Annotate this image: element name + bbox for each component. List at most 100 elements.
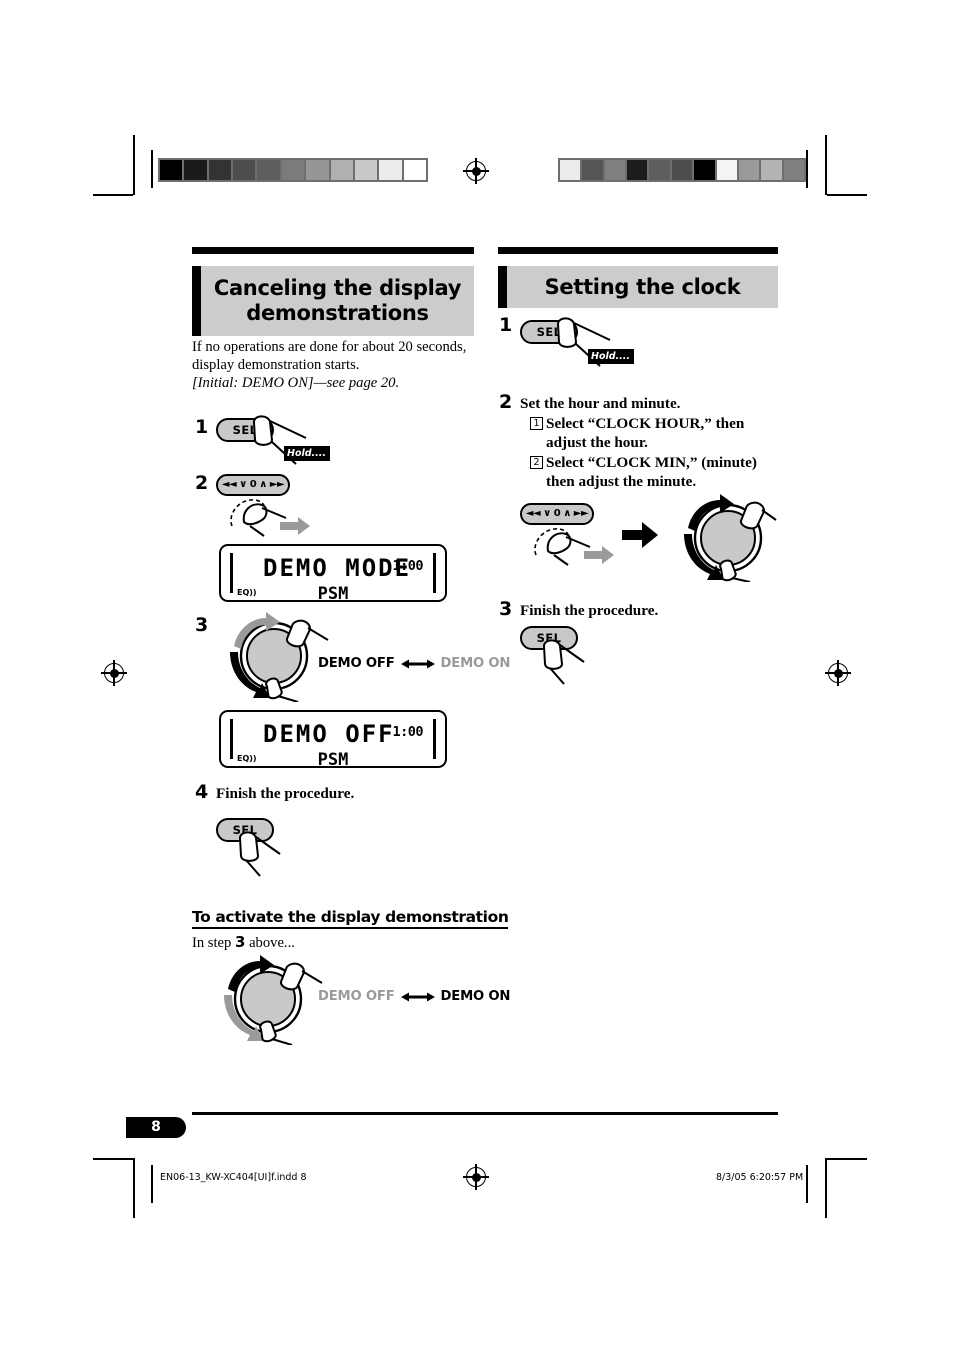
eq-indicator-icon-2: EQ)) (237, 754, 257, 763)
rotary-knob-illustration-r2[interactable] (670, 494, 780, 582)
wedge-patch (233, 160, 258, 180)
finger-swipe-illustration-r2 (534, 528, 614, 566)
lcd-display-demo-mode: DEMO MODE 1:00 PSM EQ)) (219, 544, 447, 604)
wedge-patch (330, 160, 355, 180)
wedge-patch (671, 160, 695, 180)
crop-mark-tr-h (827, 194, 867, 196)
demo-off-label-activate: DEMO OFF (318, 989, 395, 1004)
subsection-heading-activate-demo: To activate the display demonstration (192, 908, 509, 929)
section-rule-left (192, 247, 474, 254)
rotary-knob-illustration-activate[interactable] (210, 953, 330, 1045)
substep-marker-2: 2 (530, 456, 543, 469)
step-number-l4: 4 (195, 781, 209, 803)
lcd-display-demo-off: DEMO OFF 1:00 PSM EQ)) (219, 710, 447, 770)
wedge-patch (379, 160, 404, 180)
wedge-patch (604, 160, 628, 180)
grayscale-wedge-right (558, 158, 806, 182)
crop-mark-tl-h (93, 194, 133, 196)
finger-press-illustration-l4 (238, 831, 281, 877)
wedge-patch (761, 160, 784, 180)
substep-2-text-line1: Select “CLOCK MIN,” (minute) (546, 454, 757, 471)
intro-line-2: display demonstration starts. (192, 357, 360, 373)
demo-toggle-row-step3: DEMO OFF DEMO ON (318, 656, 510, 671)
registration-target-top (463, 158, 489, 184)
substep-r2-2-line2: then adjust the minute. (546, 473, 697, 490)
crop-mark-bl-h (93, 1158, 133, 1160)
wedge-patch (560, 160, 583, 180)
section-heading-setting-clock: Setting the clock (498, 266, 778, 308)
hold-label-l1: Hold.... (284, 446, 330, 461)
footer-filename: EN06-13_KW-XC404[UI]f.indd 8 (160, 1172, 307, 1183)
step-text-r3: Finish the procedure. (520, 602, 659, 619)
step-number-r3: 3 (499, 598, 513, 620)
substep-r2-1-line2: adjust the hour. (546, 434, 648, 451)
registration-target-left (101, 660, 127, 686)
double-arrow-icon-step3 (400, 659, 435, 668)
intro-line-1: If no operations are done for about 20 s… (192, 339, 467, 355)
step-number-l1: 1 (195, 416, 209, 438)
substep-r2-1-line1: 1 Select “CLOCK HOUR,” then (530, 414, 744, 434)
track-control-button-l2[interactable]: ◄◄ ∨ 0 ∧ ►► (216, 474, 290, 496)
footer-rule (192, 1112, 778, 1115)
activate-instruction-post: above... (249, 935, 295, 951)
substep-marker-1: 1 (530, 417, 543, 430)
wedge-patch (783, 160, 804, 180)
crop-mark-br-v (825, 1158, 827, 1218)
demo-on-label-activate: DEMO ON (440, 989, 511, 1004)
demo-toggle-row-activate: DEMO OFF DEMO ON (318, 989, 510, 1004)
wedge-patch (582, 160, 605, 180)
crop-mark-inner-right-bottom (806, 1165, 808, 1203)
finger-press-illustration-r3 (542, 639, 585, 685)
footer-timestamp: 8/3/05 6:20:57 PM (716, 1172, 804, 1183)
substep-r2-2-line1: 2 Select “CLOCK MIN,” (minute) (530, 453, 757, 473)
crop-mark-inner-right (806, 150, 808, 188)
wedge-patch (649, 160, 672, 180)
lcd-main-text-1: DEMO MODE (263, 554, 412, 582)
activate-instruction-pre: In step (192, 935, 232, 951)
step-number-l3: 3 (195, 614, 209, 636)
step-text-r2: Set the hour and minute. (520, 395, 681, 412)
section-rule-right (498, 247, 778, 254)
lcd-clock-1: 1:00 (392, 558, 423, 574)
crop-mark-inner-left-bottom (151, 1165, 153, 1203)
lcd-clock-2: 1:00 (392, 724, 423, 740)
crop-mark-br-h (827, 1158, 867, 1160)
arrow-right-icon-r2 (622, 522, 658, 548)
lcd-main-text-2: DEMO OFF (263, 720, 395, 748)
wedge-patch (281, 160, 307, 180)
finger-swipe-illustration-l2 (230, 499, 310, 537)
wedge-patch (403, 160, 426, 180)
wedge-patch (694, 160, 717, 180)
crop-mark-tr-v (825, 135, 827, 195)
registration-target-right (825, 660, 851, 686)
wedge-patch (306, 160, 331, 180)
finger-press-illustration-l1 (252, 415, 307, 465)
step-number-r2: 2 (499, 391, 513, 413)
step-number-r1: 1 (499, 314, 513, 336)
eq-indicator-icon-1: EQ)) (237, 588, 257, 597)
wedge-patch (160, 160, 185, 180)
demo-off-label-step3: DEMO OFF (318, 656, 395, 671)
grayscale-wedge-left (158, 158, 428, 182)
step-text-l4: Finish the procedure. (216, 785, 355, 802)
activate-instruction: In step 3 above... (192, 933, 295, 952)
step-number-l2: 2 (195, 472, 209, 494)
wedge-patch (257, 160, 282, 180)
intro-line-3: [Initial: DEMO ON]—see page 20. (192, 375, 400, 391)
wedge-patch (184, 160, 209, 180)
section-heading-canceling-demo: Canceling the display demonstrations (192, 266, 474, 336)
wedge-patch (738, 160, 762, 180)
wedge-patch (716, 160, 739, 180)
crop-mark-bl-v (133, 1158, 135, 1218)
page-number-badge: 8 (126, 1117, 186, 1138)
track-control-button-r2[interactable]: ◄◄ ∨ 0 ∧ ►► (520, 503, 594, 525)
wedge-patch (208, 160, 234, 180)
wedge-patch (627, 160, 650, 180)
activate-instruction-step-number: 3 (234, 933, 246, 951)
finger-press-illustration-r1 (556, 317, 611, 367)
substep-1-text-line1: Select “CLOCK HOUR,” then (546, 415, 745, 432)
wedge-patch (354, 160, 380, 180)
registration-target-bottom (463, 1164, 489, 1190)
double-arrow-icon-activate (400, 992, 435, 1001)
crop-mark-tl-v (133, 135, 135, 195)
